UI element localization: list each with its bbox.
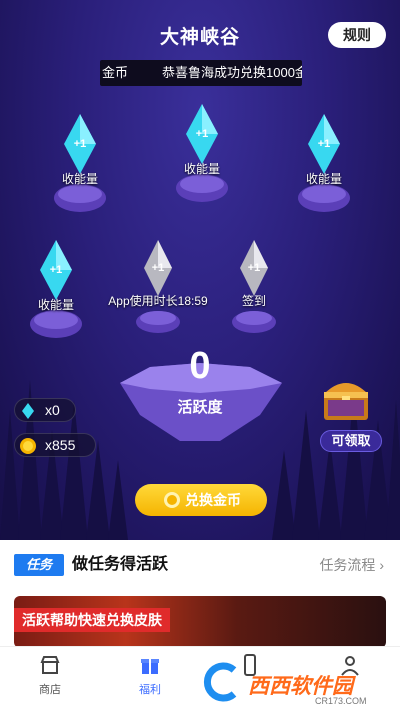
nav-label: 商店 bbox=[39, 684, 61, 696]
nav-item-welfare[interactable]: 福利 bbox=[110, 647, 190, 711]
node-bonus: +1 bbox=[73, 138, 87, 150]
game-area: 大神峡谷 规则 金币 恭喜鲁海成功兑换1000金币 +1 收能量 +1 收能量 bbox=[0, 0, 400, 540]
silver-crystal-icon bbox=[232, 240, 276, 333]
task-flow-link[interactable]: 任务流程 › bbox=[319, 554, 384, 576]
energy-node-2[interactable]: +1 收能量 bbox=[160, 100, 244, 210]
task-tag: 任务 bbox=[14, 554, 64, 576]
coin-icon bbox=[164, 492, 180, 508]
banner-text: 活跃帮助快速兑换皮肤 bbox=[14, 608, 170, 632]
watermark: 西西软件园 CR173.COM bbox=[190, 656, 400, 708]
crystal-balance: x0 bbox=[14, 398, 76, 422]
crystal-icon bbox=[30, 240, 82, 338]
promo-banner[interactable]: 活跃帮助快速兑换皮肤 bbox=[14, 596, 386, 648]
energy-node-6[interactable]: +1 签到 bbox=[212, 236, 296, 346]
ticker-text: 恭喜鲁海成功兑换1000金币 bbox=[162, 65, 302, 80]
energy-node-5[interactable]: +1 App使用时长18:59 bbox=[108, 236, 208, 346]
watermark-url: CR173.COM bbox=[315, 696, 367, 706]
coin-balance: x855 bbox=[14, 433, 96, 457]
node-label: 收能量 bbox=[61, 172, 98, 186]
shop-icon bbox=[40, 656, 60, 674]
silver-crystal-icon bbox=[136, 240, 180, 333]
watermark-logo-icon bbox=[203, 662, 237, 702]
node-label: 收能量 bbox=[183, 162, 220, 176]
energy-node-3[interactable]: +1 收能量 bbox=[282, 110, 366, 220]
node-bonus: +1 bbox=[317, 138, 331, 150]
node-label: 收能量 bbox=[305, 172, 342, 186]
announcement-ticker: 金币 恭喜鲁海成功兑换1000金币 bbox=[100, 60, 302, 86]
exchange-label: 兑换金币 bbox=[185, 492, 241, 508]
coin-count: x855 bbox=[45, 437, 76, 453]
node-bonus: +1 bbox=[247, 262, 261, 274]
node-bonus: +1 bbox=[49, 264, 63, 276]
rules-button[interactable]: 规则 bbox=[328, 22, 386, 48]
screen: 大神峡谷 规则 金币 恭喜鲁海成功兑换1000金币 +1 收能量 +1 收能量 bbox=[0, 0, 400, 711]
node-bonus: +1 bbox=[195, 128, 209, 140]
node-label: 签到 bbox=[241, 294, 266, 308]
coin-icon bbox=[20, 438, 36, 454]
crystal-icon bbox=[298, 114, 350, 212]
crystal-icon bbox=[176, 104, 228, 202]
claim-button[interactable]: 可领取 bbox=[320, 430, 382, 452]
task-title: 做任务得活跃 bbox=[72, 556, 169, 573]
exchange-coins-button[interactable]: 兑换金币 bbox=[135, 484, 267, 516]
diamond-icon bbox=[22, 403, 34, 419]
crystal-count: x0 bbox=[45, 402, 60, 418]
energy-node-1[interactable]: +1 收能量 bbox=[38, 110, 122, 220]
nav-item-shop[interactable]: 商店 bbox=[10, 647, 90, 711]
nav-label: 福利 bbox=[139, 684, 161, 696]
node-bonus: +1 bbox=[151, 262, 165, 274]
treasure-chest-icon[interactable] bbox=[318, 370, 374, 426]
crystal-icon bbox=[54, 114, 106, 212]
energy-node-4[interactable]: +1 收能量 bbox=[14, 236, 98, 346]
task-header: 任务 做任务得活跃 任务流程 › bbox=[0, 548, 400, 584]
ticker-prefix: 金币 bbox=[102, 65, 129, 80]
gift-icon bbox=[141, 659, 159, 674]
chevron-right-icon: › bbox=[379, 557, 384, 573]
